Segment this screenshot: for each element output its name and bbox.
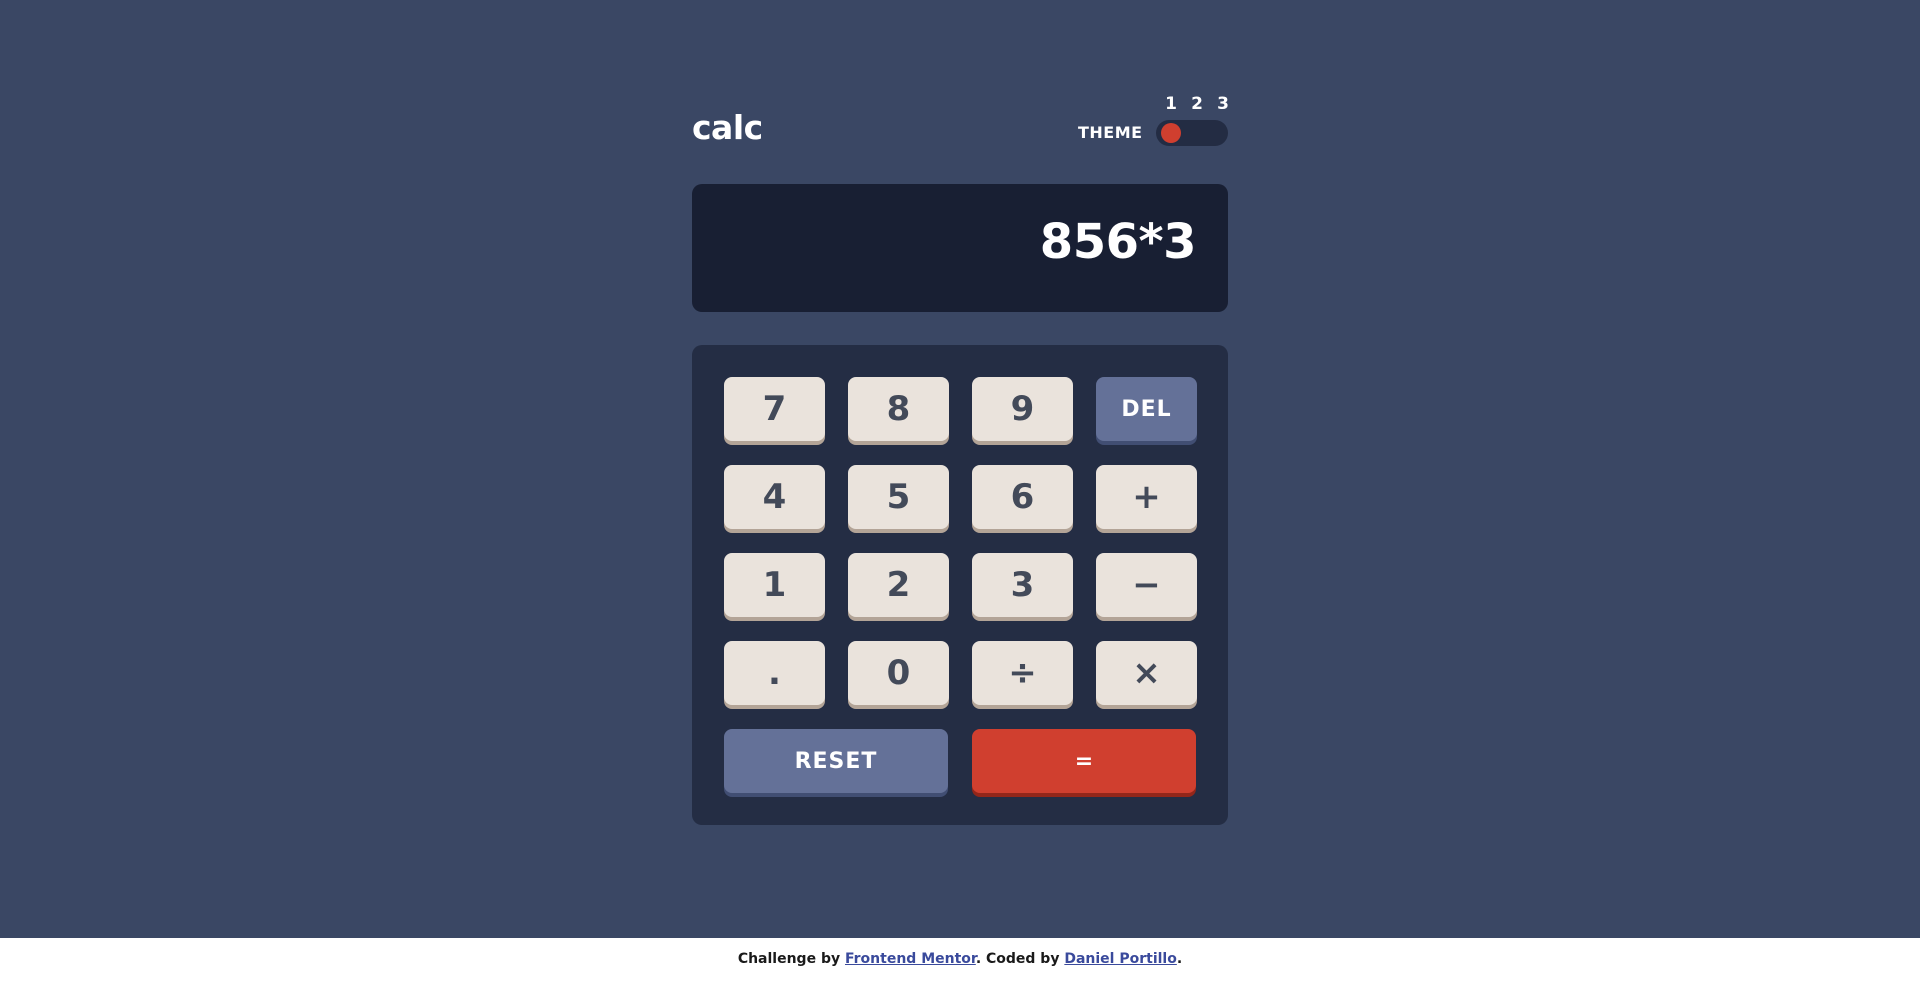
attribution-footer: Challenge by Frontend Mentor. Coded by D… xyxy=(0,938,1920,984)
theme-label: THEME xyxy=(1078,123,1143,142)
key-9[interactable]: 9 xyxy=(972,377,1073,441)
key-1[interactable]: 1 xyxy=(724,553,825,617)
theme-option-2[interactable]: 2 xyxy=(1189,94,1205,114)
display-value: 856*3 xyxy=(1039,214,1197,270)
key-plus[interactable]: + xyxy=(1096,465,1197,529)
theme-option-3[interactable]: 3 xyxy=(1215,94,1231,114)
key-divide[interactable]: ÷ xyxy=(972,641,1073,705)
author-link[interactable]: Daniel Portillo xyxy=(1064,951,1177,967)
key-6[interactable]: 6 xyxy=(972,465,1073,529)
app-logo: calc xyxy=(692,108,763,147)
theme-options: 1 2 3 xyxy=(1163,94,1231,114)
key-7[interactable]: 7 xyxy=(724,377,825,441)
app-background: calc THEME 1 2 3 856*3 7 8 9 DEL 4 5 6 + xyxy=(0,0,1920,938)
key-minus[interactable]: − xyxy=(1096,553,1197,617)
key-multiply[interactable]: × xyxy=(1096,641,1197,705)
equals-button[interactable]: = xyxy=(972,729,1196,793)
calculator-header: calc THEME 1 2 3 xyxy=(692,90,1231,150)
theme-toggle-knob[interactable] xyxy=(1161,123,1181,143)
theme-toggle[interactable] xyxy=(1156,120,1228,146)
calculator-display: 856*3 xyxy=(692,184,1228,312)
key-2[interactable]: 2 xyxy=(848,553,949,617)
footer-prefix: Challenge by xyxy=(737,951,845,967)
footer-middle: . Coded by xyxy=(975,951,1065,967)
keypad: 7 8 9 DEL 4 5 6 + 1 2 3 − . 0 ÷ × RESET … xyxy=(692,345,1228,825)
frontend-mentor-link[interactable]: Frontend Mentor xyxy=(845,951,976,967)
delete-button[interactable]: DEL xyxy=(1096,377,1197,441)
key-3[interactable]: 3 xyxy=(972,553,1073,617)
key-decimal[interactable]: . xyxy=(724,641,825,705)
key-8[interactable]: 8 xyxy=(848,377,949,441)
reset-button[interactable]: RESET xyxy=(724,729,948,793)
key-5[interactable]: 5 xyxy=(848,465,949,529)
theme-option-1[interactable]: 1 xyxy=(1163,94,1179,114)
key-4[interactable]: 4 xyxy=(724,465,825,529)
footer-suffix: . xyxy=(1176,951,1183,967)
key-0[interactable]: 0 xyxy=(848,641,949,705)
